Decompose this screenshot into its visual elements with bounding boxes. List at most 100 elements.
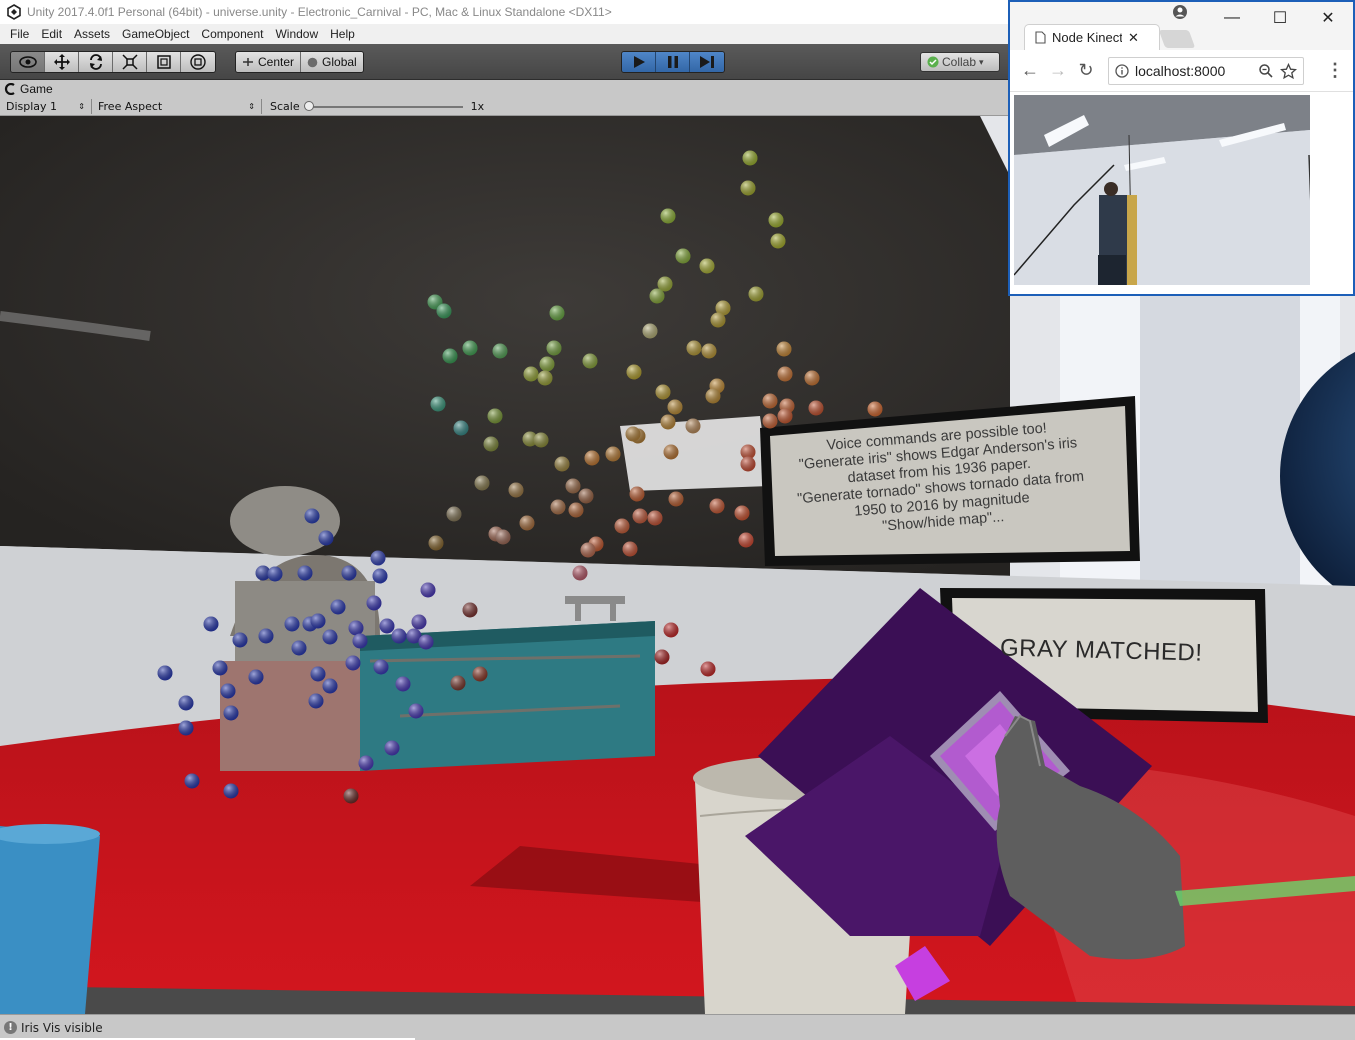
scale-control: Scale 1x (262, 100, 484, 113)
data-sphere-shading (655, 384, 671, 400)
data-sphere-shading (626, 364, 642, 380)
aspect-select[interactable]: Free Aspect ⇕ (92, 99, 262, 114)
status-message[interactable]: Iris Vis visible (21, 1021, 103, 1035)
data-sphere-shading (472, 666, 488, 682)
menu-window[interactable]: Window (269, 27, 324, 41)
menu-assets[interactable]: Assets (68, 27, 116, 41)
menu-gameobject[interactable]: GameObject (116, 27, 195, 41)
space-global-label: Global (322, 55, 357, 69)
forward-button[interactable]: → (1044, 57, 1072, 85)
data-sphere-shading (291, 640, 307, 656)
pivot-icon (243, 58, 253, 66)
pause-icon (667, 56, 678, 68)
browser-content (1010, 92, 1353, 294)
pivot-tools: Center Global (235, 51, 364, 73)
data-sphere-shading (483, 436, 499, 452)
close-button[interactable]: ✕ (1308, 6, 1348, 30)
data-sphere-shading (584, 450, 600, 466)
data-sphere-shading (740, 456, 756, 472)
data-sphere-shading (649, 288, 665, 304)
data-sphere-shading (322, 629, 338, 645)
space-global-button[interactable]: Global (301, 52, 363, 72)
profile-icon[interactable] (1172, 4, 1188, 20)
data-sphere-shading (436, 303, 452, 319)
transform-tool-button[interactable] (181, 52, 215, 72)
menu-edit[interactable]: Edit (35, 27, 68, 41)
data-sphere-shading (223, 705, 239, 721)
data-sphere-shading (373, 659, 389, 675)
data-sphere-shading (157, 665, 173, 681)
play-button[interactable] (622, 52, 656, 72)
select-arrows-icon: ⇕ (78, 102, 85, 111)
browser-tab[interactable]: Node Kinect ✕ (1024, 24, 1160, 50)
pivot-center-label: Center (258, 55, 295, 69)
data-sphere-shading (184, 773, 200, 789)
data-sphere-shading (453, 420, 469, 436)
data-sphere-shading (668, 491, 684, 507)
scale-tool-button[interactable] (113, 52, 147, 72)
step-button[interactable] (690, 52, 724, 72)
data-sphere-shading (660, 208, 676, 224)
data-sphere-shading (705, 388, 721, 404)
hand-tool-button[interactable] (11, 52, 45, 72)
data-sphere-shading (370, 550, 386, 566)
address-bar[interactable]: localhost:8000 (1108, 57, 1304, 85)
forward-arrow-icon: → (1049, 60, 1067, 80)
data-sphere-shading (523, 366, 539, 382)
reload-button[interactable]: ↻ (1072, 57, 1100, 85)
data-sphere-shading (675, 248, 691, 264)
unity-logo-icon (7, 4, 21, 20)
data-sphere-shading (267, 566, 283, 582)
new-tab-button[interactable] (1158, 30, 1196, 48)
pivot-center-button[interactable]: Center (236, 52, 302, 72)
data-sphere-shading (572, 565, 588, 581)
data-sphere-shading (384, 740, 400, 756)
back-button[interactable]: ← (1016, 57, 1044, 85)
menu-file[interactable]: File (4, 27, 35, 41)
collab-button[interactable]: Collab ▾ (920, 52, 1000, 72)
data-sphere-shading (492, 343, 508, 359)
scale-label: Scale (270, 100, 300, 113)
scale-slider-handle[interactable] (303, 100, 314, 111)
data-sphere-shading (430, 396, 446, 412)
scale-slider[interactable] (303, 100, 463, 111)
collab-label: Collab (942, 55, 977, 69)
data-sphere-shading (568, 502, 584, 518)
display-select[interactable]: Display 1 ⇕ (0, 99, 92, 114)
data-sphere-shading (699, 258, 715, 274)
data-sphere-shading (738, 532, 754, 548)
data-sphere-shading (330, 599, 346, 615)
minimize-button[interactable]: — (1212, 6, 1252, 30)
game-view-options: Display 1 ⇕ Free Aspect ⇕ Scale 1x (0, 98, 1010, 115)
data-sphere-shading (808, 400, 824, 416)
data-sphere-shading (686, 340, 702, 356)
data-sphere-shading (379, 618, 395, 634)
menu-help[interactable]: Help (324, 27, 361, 41)
data-sphere-shading (348, 620, 364, 636)
data-sphere-shading (442, 348, 458, 364)
info-icon: ! (4, 1021, 17, 1034)
tab-close-icon[interactable]: ✕ (1128, 30, 1139, 46)
maximize-button[interactable]: ☐ (1260, 6, 1300, 30)
data-sphere-shading (804, 370, 820, 386)
game-tab[interactable]: Game (4, 81, 53, 97)
browser-window: — ☐ ✕ Node Kinect ✕ ← → ↻ localhost:8000… (1008, 0, 1355, 296)
browser-title-bar: — ☐ ✕ Node Kinect ✕ (1010, 2, 1353, 50)
bookmark-star-icon[interactable] (1280, 62, 1297, 80)
pause-button[interactable] (656, 52, 690, 72)
data-sphere-shading (647, 510, 663, 526)
move-tool-button[interactable] (45, 52, 79, 72)
data-sphere-shading (258, 628, 274, 644)
data-sphere-shading (565, 478, 581, 494)
data-sphere-shading (580, 542, 596, 558)
rotate-tool-button[interactable] (79, 52, 113, 72)
data-sphere-shading (768, 212, 784, 228)
kinect-camera-feed (1014, 95, 1310, 285)
data-sphere-shading (310, 613, 326, 629)
menu-component[interactable]: Component (195, 27, 269, 41)
rect-tool-button[interactable] (147, 52, 181, 72)
zoom-icon[interactable] (1258, 63, 1274, 79)
data-sphere-shading (622, 541, 638, 557)
data-sphere-shading (446, 506, 462, 522)
browser-menu-button[interactable]: ⋮ (1321, 57, 1349, 85)
